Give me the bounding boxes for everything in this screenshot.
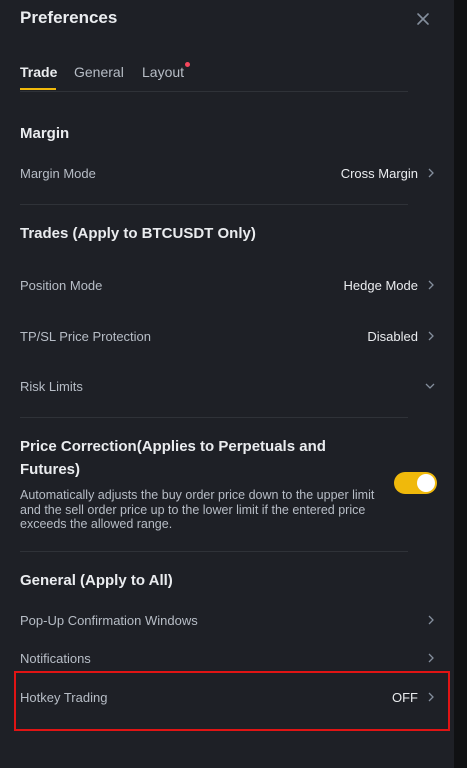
section-title-trades: Trades (Apply to BTCUSDT Only) [20, 225, 256, 242]
hotkey-trading-row[interactable]: Hotkey Trading OFF [20, 685, 436, 709]
page-title: Preferences [20, 8, 118, 27]
row-label: Pop-Up Confirmation Windows [20, 612, 198, 628]
row-value: OFF [392, 689, 418, 705]
chevron-right-icon [428, 615, 434, 625]
margin-mode-row[interactable]: Margin Mode Cross Margin [20, 161, 436, 185]
chevron-right-icon [428, 280, 434, 290]
position-mode-row[interactable]: Position Mode Hedge Mode [20, 273, 436, 297]
notifications-row[interactable]: Notifications [20, 646, 436, 670]
tab-layout[interactable]: Layout [142, 64, 184, 80]
tab-general[interactable]: General [74, 64, 124, 80]
row-label: Risk Limits [20, 378, 83, 394]
row-label: Notifications [20, 650, 91, 666]
section-title-price-correction: Price Correction(Applies to Perpetuals a… [20, 438, 326, 478]
row-value: Disabled [367, 328, 418, 344]
popup-confirmation-row[interactable]: Pop-Up Confirmation Windows [20, 608, 436, 632]
preferences-panel: Preferences Trade General Layout Margin … [0, 0, 454, 768]
active-tab-indicator [20, 88, 56, 90]
divider [20, 417, 408, 418]
chevron-right-icon [428, 331, 434, 341]
risk-limits-row[interactable]: Risk Limits [20, 374, 436, 398]
row-value: Hedge Mode [343, 277, 418, 293]
chevron-right-icon [428, 168, 434, 178]
row-label: Margin Mode [20, 165, 96, 181]
row-label: TP/SL Price Protection [20, 328, 152, 344]
chevron-right-icon [428, 653, 434, 663]
divider [20, 204, 408, 205]
notification-dot [185, 62, 190, 67]
tpsl-price-protection-row[interactable]: TP/SL Price Protection Disabled [20, 324, 436, 348]
chevron-down-icon [425, 383, 435, 389]
chevron-right-icon [428, 692, 434, 702]
toggle-knob [417, 474, 435, 492]
divider [20, 91, 408, 92]
section-title-margin: Margin [20, 125, 70, 142]
row-label: Position Mode [20, 277, 103, 293]
close-icon[interactable] [414, 10, 432, 28]
section-title-general: General (Apply to All) [20, 572, 173, 589]
right-edge-strip [454, 0, 467, 768]
price-correction-toggle[interactable] [394, 472, 437, 494]
divider [20, 551, 408, 552]
price-correction-description: Automatically adjusts the buy order pric… [20, 488, 375, 531]
tab-trade[interactable]: Trade [20, 64, 57, 80]
row-label: Hotkey Trading [20, 689, 108, 705]
row-value: Cross Margin [340, 165, 418, 181]
